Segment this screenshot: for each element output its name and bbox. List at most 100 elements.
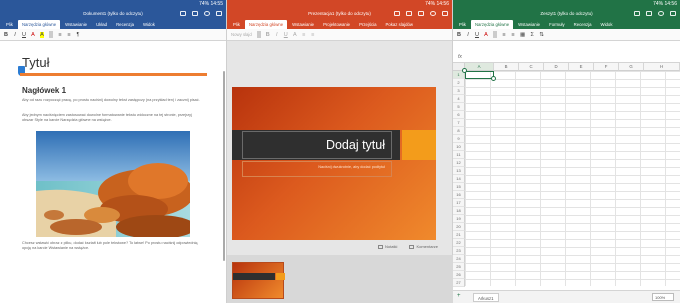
row-header[interactable]: 7 [453, 119, 465, 127]
column-header[interactable]: C [519, 63, 544, 71]
bold-button[interactable]: B [266, 32, 270, 38]
notes-button[interactable]: Notatki [378, 244, 397, 249]
play-icon[interactable] [406, 10, 412, 16]
tab-file[interactable]: Plik [229, 20, 244, 29]
bullets-button[interactable]: ≡ [302, 32, 306, 38]
row-header[interactable]: 3 [453, 87, 465, 95]
row-header[interactable]: 16 [453, 191, 465, 199]
row-header[interactable]: 11 [453, 151, 465, 159]
tab-view[interactable]: Widok [139, 20, 159, 29]
selection-handle-start[interactable] [462, 68, 467, 73]
share-icon[interactable] [418, 10, 424, 16]
row-header[interactable]: 24 [453, 255, 465, 263]
highlight-button[interactable]: A [40, 31, 44, 38]
comments-button[interactable]: Komentarze [409, 244, 438, 249]
row-header[interactable]: 15 [453, 183, 465, 191]
beach-photo[interactable] [36, 131, 190, 237]
italic-button[interactable]: I [466, 32, 470, 38]
borders-button[interactable]: ▦ [520, 32, 525, 38]
doc-heading[interactable]: Nagłówek 1 [22, 86, 66, 95]
tab-formulas[interactable]: Formuły [545, 20, 569, 29]
tab-insert[interactable]: Wstawianie [61, 20, 91, 29]
tab-design[interactable]: Projektowanie [319, 20, 354, 29]
tab-transitions[interactable]: Przejścia [355, 20, 380, 29]
row-header[interactable]: 18 [453, 207, 465, 215]
italic-button[interactable]: I [13, 32, 17, 38]
selected-cell-a1[interactable] [465, 71, 494, 79]
column-header[interactable]: D [544, 63, 569, 71]
search-icon[interactable] [658, 10, 664, 16]
font-color-button[interactable]: A [293, 32, 297, 38]
formula-bar[interactable]: fx [453, 53, 680, 63]
tab-file[interactable]: Plik [455, 20, 470, 29]
font-color-button[interactable]: A [484, 32, 488, 38]
save-icon[interactable] [180, 10, 186, 16]
row-header[interactable]: 5 [453, 103, 465, 111]
doc-paragraph-2[interactable]: Aby jednym naciśnięciem zastosować dowol… [22, 113, 204, 123]
align-button[interactable]: ≡ [311, 32, 315, 38]
search-icon[interactable] [204, 10, 210, 16]
row-header[interactable]: 19 [453, 215, 465, 223]
slide-subtitle-placeholder[interactable]: Naciśnij dwukrotnie, aby dodać podtytuł [242, 161, 392, 177]
tab-view[interactable]: Widok [597, 20, 617, 29]
sort-button[interactable]: ⇅ [539, 32, 544, 38]
save-icon[interactable] [394, 10, 400, 16]
row-header[interactable]: 20 [453, 223, 465, 231]
row-header[interactable]: 22 [453, 239, 465, 247]
column-header[interactable]: E [569, 63, 594, 71]
row-header[interactable]: 17 [453, 199, 465, 207]
paragraph-button[interactable]: ¶ [76, 32, 80, 38]
column-header[interactable]: H [644, 63, 680, 71]
share-icon[interactable] [646, 10, 652, 16]
row-header[interactable]: 14 [453, 175, 465, 183]
column-header[interactable]: F [594, 63, 619, 71]
share-icon[interactable] [192, 10, 198, 16]
selection-handle-end[interactable] [491, 76, 496, 81]
italic-button[interactable]: I [275, 32, 279, 38]
more-icon[interactable] [670, 10, 676, 16]
more-icon[interactable] [216, 10, 222, 16]
align-button[interactable]: ≡ [67, 32, 71, 38]
row-header[interactable]: 23 [453, 247, 465, 255]
zoom-selector[interactable]: 100% [652, 293, 674, 301]
bold-button[interactable]: B [457, 32, 461, 38]
tab-slideshow[interactable]: Pokaz slajdów [382, 20, 417, 29]
new-slide-button[interactable]: Nowy slajd [231, 32, 252, 37]
search-icon[interactable] [430, 10, 436, 16]
row-header[interactable]: 21 [453, 231, 465, 239]
slide-title-placeholder[interactable]: Dodaj tytuł [242, 131, 392, 159]
align-button[interactable]: ≡ [502, 32, 506, 38]
bullets-button[interactable]: ≡ [58, 32, 62, 38]
row-header[interactable]: 2 [453, 79, 465, 87]
wrap-button[interactable]: ≡ [511, 32, 515, 38]
underline-button[interactable]: U [284, 32, 288, 38]
underline-button[interactable]: U [475, 32, 479, 38]
column-header[interactable]: G [619, 63, 644, 71]
tab-insert[interactable]: Wstawianie [514, 20, 544, 29]
tab-review[interactable]: Recenzja [112, 20, 138, 29]
row-header[interactable]: 26 [453, 271, 465, 279]
cell-grid[interactable] [465, 71, 680, 286]
tab-home[interactable]: Narzędzia główne [17, 20, 61, 29]
tab-file[interactable]: Plik [2, 20, 17, 29]
row-header[interactable]: 27 [453, 279, 465, 287]
row-header[interactable]: 12 [453, 159, 465, 167]
row-header[interactable]: 13 [453, 167, 465, 175]
tab-review[interactable]: Recenzja [570, 20, 596, 29]
row-header[interactable]: 9 [453, 135, 465, 143]
save-icon[interactable] [634, 10, 640, 16]
bold-button[interactable]: B [4, 32, 8, 38]
sheet-tab-1[interactable]: Arkusz1 [473, 293, 499, 302]
autosum-button[interactable]: Σ [530, 32, 534, 38]
doc-paragraph-3[interactable]: Chcesz wstawić obraz z pliku, dodać kszt… [22, 241, 204, 251]
add-sheet-button[interactable]: + [457, 293, 461, 299]
doc-title-text[interactable]: Tytuł [22, 55, 49, 70]
column-header[interactable]: B [494, 63, 519, 71]
tab-home[interactable]: Narzędzia główne [470, 20, 514, 29]
row-header[interactable]: 8 [453, 127, 465, 135]
more-icon[interactable] [442, 10, 448, 16]
doc-paragraph-1[interactable]: Aby od razu rozpocząć pracę, po prostu n… [22, 98, 204, 103]
row-header[interactable]: 6 [453, 111, 465, 119]
row-header[interactable]: 25 [453, 263, 465, 271]
tab-home[interactable]: Narzędzia główne [244, 20, 288, 29]
